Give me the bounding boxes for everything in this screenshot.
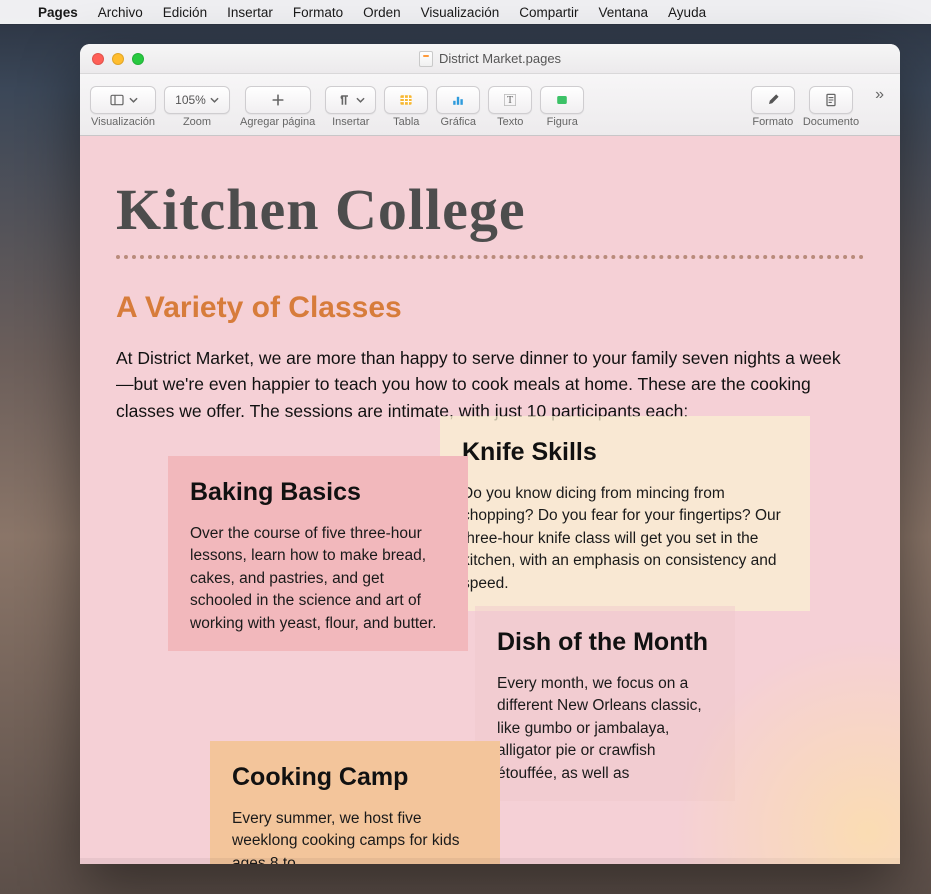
toolbar-view-label: Visualización (91, 116, 155, 128)
toolbar-table-button[interactable]: Tabla (384, 86, 428, 128)
doc-title[interactable]: Kitchen College (116, 176, 864, 243)
paragraph-icon (336, 92, 352, 108)
card-body[interactable]: Every summer, we host five weeklong cook… (232, 808, 478, 864)
chevron-down-icon (356, 97, 365, 103)
card-title[interactable]: Cooking Camp (232, 763, 478, 792)
pages-window: District Market.pages Visualización 105%… (80, 44, 900, 864)
menubar-item-ventana[interactable]: Ventana (598, 5, 648, 20)
window-title-text: District Market.pages (439, 51, 561, 66)
sidebar-layout-icon (109, 92, 125, 108)
card-cooking-camp[interactable]: Cooking Camp Every summer, we host five … (210, 741, 500, 864)
window-titlebar[interactable]: District Market.pages (80, 44, 900, 74)
card-body[interactable]: Over the course of five three-hour lesso… (190, 523, 446, 635)
toolbar-text-button[interactable]: T Texto (488, 86, 532, 128)
toolbar-insert-label: Insertar (332, 116, 369, 128)
shape-icon (554, 92, 570, 108)
doc-subtitle[interactable]: A Variety of Classes (116, 291, 864, 325)
card-title[interactable]: Dish of the Month (497, 628, 713, 657)
toolbar-table-label: Tabla (393, 116, 419, 128)
toolbar-text-label: Texto (497, 116, 523, 128)
window-controls (92, 53, 144, 65)
chevron-down-icon (129, 97, 138, 103)
toolbar-chart-label: Gráfica (441, 116, 476, 128)
card-baking-basics[interactable]: Baking Basics Over the course of five th… (168, 456, 468, 651)
toolbar-insert-button[interactable]: Insertar (325, 86, 376, 128)
menubar-item-visualizacion[interactable]: Visualización (421, 5, 500, 20)
table-icon (398, 92, 414, 108)
toolbar-format-button[interactable]: Formato (751, 86, 795, 128)
toolbar-shape-button[interactable]: Figura (540, 86, 584, 128)
menubar-item-insertar[interactable]: Insertar (227, 5, 273, 20)
card-title[interactable]: Knife Skills (462, 438, 788, 467)
textbox-icon: T (502, 92, 518, 108)
menubar-item-orden[interactable]: Orden (363, 5, 401, 20)
menubar-item-edicion[interactable]: Edición (163, 5, 207, 20)
toolbar: Visualización 105% Zoom Agregar página (80, 74, 900, 136)
macos-menubar: Pages Archivo Edición Insertar Formato O… (0, 0, 931, 24)
toolbar-chart-button[interactable]: Gráfica (436, 86, 480, 128)
card-knife-skills[interactable]: Knife Skills Do you know dicing from min… (440, 416, 810, 611)
toolbar-shape-label: Figura (547, 116, 578, 128)
toolbar-view-button[interactable]: Visualización (90, 86, 156, 128)
dotted-divider (116, 255, 864, 259)
document-icon (823, 92, 839, 108)
card-body[interactable]: Every month, we focus on a different New… (497, 673, 713, 785)
document-canvas[interactable]: Kitchen College A Variety of Classes At … (80, 136, 900, 864)
toolbar-document-label: Documento (803, 116, 859, 128)
menubar-item-ayuda[interactable]: Ayuda (668, 5, 706, 20)
card-body[interactable]: Do you know dicing from mincing from cho… (462, 483, 788, 595)
toolbar-document-button[interactable]: Documento (803, 86, 859, 128)
window-title: District Market.pages (419, 51, 561, 67)
menubar-item-compartir[interactable]: Compartir (519, 5, 578, 20)
chevron-down-icon (210, 97, 219, 103)
canvas-bottom-edge (80, 858, 900, 864)
menubar-item-formato[interactable]: Formato (293, 5, 343, 20)
close-button[interactable] (92, 53, 104, 65)
barchart-icon (450, 92, 466, 108)
document-icon (419, 51, 433, 67)
card-title[interactable]: Baking Basics (190, 478, 446, 507)
svg-text:T: T (507, 95, 514, 106)
plus-icon (270, 92, 286, 108)
toolbar-overflow-button[interactable]: » (869, 86, 890, 104)
menubar-item-archivo[interactable]: Archivo (98, 5, 143, 20)
minimize-button[interactable] (112, 53, 124, 65)
card-dish-of-month[interactable]: Dish of the Month Every month, we focus … (475, 606, 735, 801)
paintbrush-icon (765, 92, 781, 108)
toolbar-zoom-label: Zoom (183, 116, 211, 128)
doc-intro-paragraph[interactable]: At District Market, we are more than hap… (116, 345, 856, 424)
fullscreen-button[interactable] (132, 53, 144, 65)
toolbar-addpage-label: Agregar página (240, 116, 315, 128)
toolbar-zoom-value: 105% (175, 93, 206, 107)
toolbar-addpage-button[interactable]: Agregar página (240, 86, 315, 128)
toolbar-zoom-button[interactable]: 105% Zoom (164, 86, 230, 128)
toolbar-format-label: Formato (752, 116, 793, 128)
menubar-app-name[interactable]: Pages (38, 5, 78, 20)
